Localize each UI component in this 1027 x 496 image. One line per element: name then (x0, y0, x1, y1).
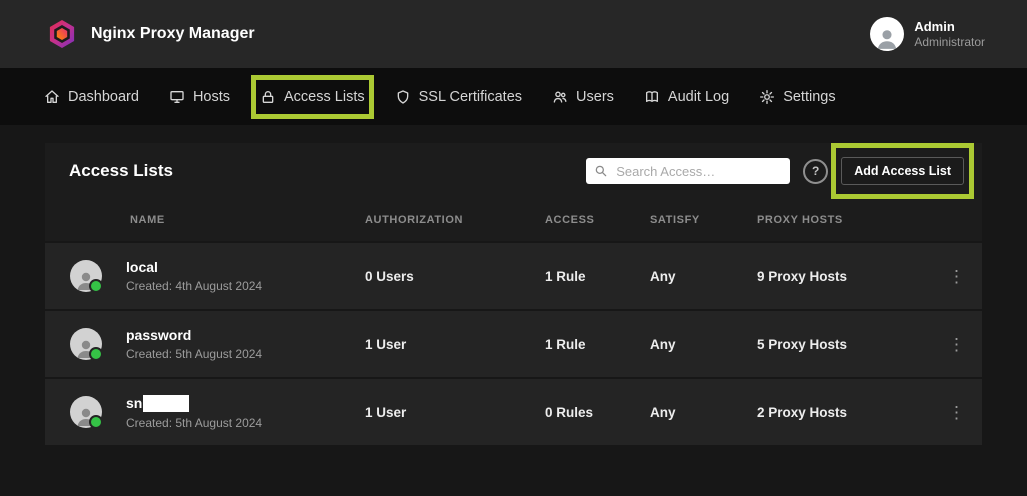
search-box (586, 158, 790, 184)
nav-label: Settings (783, 89, 835, 105)
monitor-icon (169, 89, 185, 105)
nav-label: Hosts (193, 89, 230, 105)
table-row[interactable]: sn Created: 5th August 2024 1 User 0 Rul… (45, 379, 982, 445)
page-title: Access Lists (69, 161, 173, 181)
search-input[interactable] (614, 163, 782, 180)
row-menu-kebab-icon[interactable]: ⋮ (948, 268, 989, 285)
column-header-name: NAME (70, 214, 365, 226)
search-icon (594, 164, 608, 178)
nav-label: Access Lists (284, 89, 365, 105)
table-row[interactable]: password Created: 5th August 2024 1 User… (45, 311, 982, 377)
help-icon[interactable]: ? (803, 159, 828, 184)
add-access-list-button[interactable]: Add Access List (841, 157, 964, 185)
top-header: Nginx Proxy Manager Admin Administrator (0, 0, 1027, 68)
status-dot (89, 415, 103, 429)
access-count: 0 Rules (545, 405, 650, 420)
user-role: Administrator (914, 35, 985, 50)
nav-label: Audit Log (668, 89, 729, 105)
user-avatar (870, 17, 904, 51)
row-menu-kebab-icon[interactable]: ⋮ (948, 404, 989, 421)
access-list-name: sn (126, 395, 142, 411)
authorization-count: 1 User (365, 337, 545, 352)
redaction-box (143, 395, 189, 412)
authorization-count: 1 User (365, 405, 545, 420)
nav-item-hosts[interactable]: Hosts (169, 89, 230, 105)
lock-icon (260, 89, 276, 105)
main-content: Access Lists ? Add Access List (0, 125, 1027, 496)
proxy-hosts-count: 5 Proxy Hosts (757, 337, 948, 352)
authorization-count: 0 Users (365, 269, 545, 284)
avatar (70, 328, 102, 360)
shield-icon (395, 89, 411, 105)
nav-label: Users (576, 89, 614, 105)
nav-item-settings[interactable]: Settings (759, 89, 835, 105)
nav-label: Dashboard (68, 89, 139, 105)
nav-item-audit-log[interactable]: Audit Log (644, 89, 729, 105)
person-icon (874, 25, 900, 51)
satisfy-value: Any (650, 269, 757, 284)
table-header: NAME AUTHORIZATION ACCESS SATISFY PROXY … (45, 199, 982, 241)
proxy-hosts-count: 9 Proxy Hosts (757, 269, 948, 284)
status-dot (89, 347, 103, 361)
user-name: Admin (914, 19, 985, 35)
access-count: 1 Rule (545, 269, 650, 284)
column-header-access: ACCESS (545, 214, 650, 226)
access-lists-card: Access Lists ? Add Access List (45, 143, 982, 445)
avatar (70, 396, 102, 428)
status-dot (89, 279, 103, 293)
nav-label: SSL Certificates (419, 89, 522, 105)
access-list-name: password (126, 327, 191, 343)
app-title: Nginx Proxy Manager (91, 25, 255, 43)
card-top: Access Lists ? Add Access List (45, 143, 982, 241)
satisfy-value: Any (650, 337, 757, 352)
column-header-authorization: AUTHORIZATION (365, 214, 545, 226)
row-menu-kebab-icon[interactable]: ⋮ (948, 336, 989, 353)
nav-item-access-lists[interactable]: Access Lists (260, 89, 365, 105)
column-header-satisfy: SATISFY (650, 214, 757, 226)
proxy-hosts-count: 2 Proxy Hosts (757, 405, 948, 420)
column-header-proxy-hosts: PROXY HOSTS (757, 214, 948, 226)
created-date: Created: 5th August 2024 (126, 347, 262, 361)
nav-item-ssl-certificates[interactable]: SSL Certificates (395, 89, 522, 105)
gear-icon (759, 89, 775, 105)
avatar (70, 260, 102, 292)
nav-item-dashboard[interactable]: Dashboard (44, 89, 139, 105)
main-nav: Dashboard Hosts Access Lists SSL Certifi… (0, 68, 1027, 125)
created-date: Created: 5th August 2024 (126, 416, 262, 430)
satisfy-value: Any (650, 405, 757, 420)
access-list-name: local (126, 259, 158, 275)
users-icon (552, 89, 568, 105)
created-date: Created: 4th August 2024 (126, 279, 262, 293)
app-root: Nginx Proxy Manager Admin Administrator … (0, 0, 1027, 496)
table-row[interactable]: local Created: 4th August 2024 0 Users 1… (45, 243, 982, 309)
brand: Nginx Proxy Manager (46, 18, 255, 50)
access-count: 1 Rule (545, 337, 650, 352)
nav-item-users[interactable]: Users (552, 89, 614, 105)
app-logo-icon (46, 18, 78, 50)
book-icon (644, 89, 660, 105)
home-icon (44, 89, 60, 105)
user-menu[interactable]: Admin Administrator (870, 17, 985, 51)
